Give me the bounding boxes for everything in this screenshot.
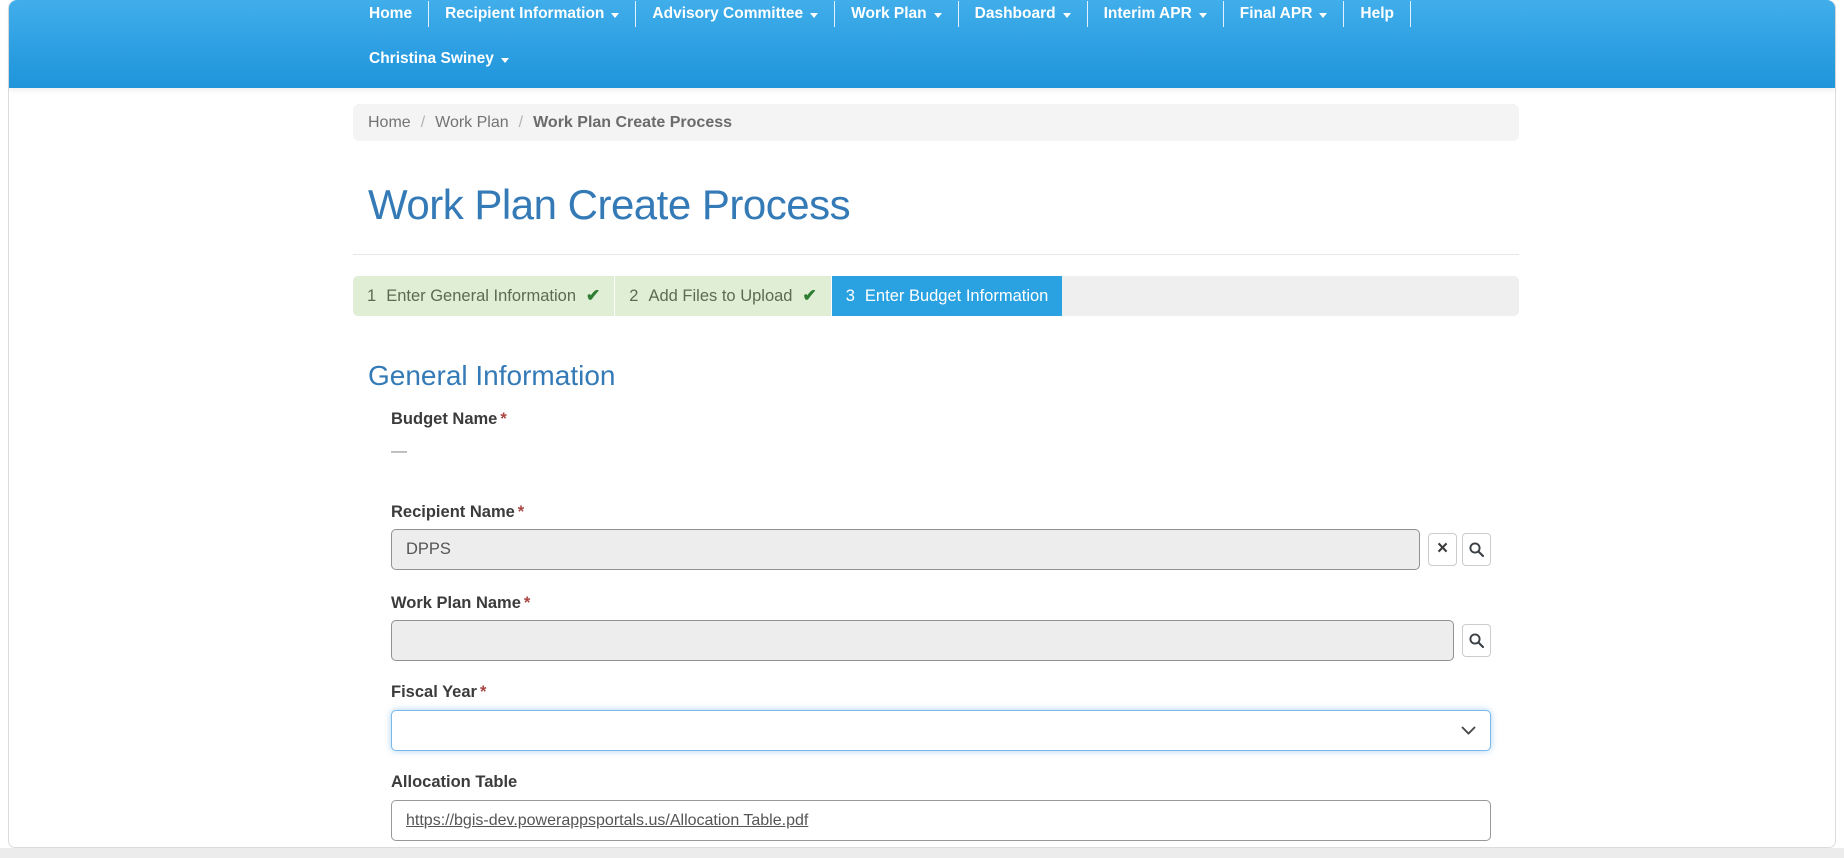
allocation-table-link[interactable]: https://bgis-dev.powerappsportals.us/All… [406,812,808,830]
allocation-table-group: Allocation Table https://bgis-dev.powera… [391,773,1519,841]
wizard-steps: 1 Enter General Information ✔ 2 Add File… [353,276,1519,316]
nav-item-home[interactable]: Home [353,5,428,23]
breadcrumb-home-link[interactable]: Home [368,114,411,132]
caret-down-icon [501,58,509,63]
search-icon [1468,541,1485,558]
budget-name-label: Budget Name* [391,410,1519,429]
fiscal-year-label: Fiscal Year* [391,683,1519,702]
caret-down-icon [810,13,818,18]
top-navbar: Home Recipient Information Advisory Comm… [9,0,1835,88]
recipient-name-group: Recipient Name* × [391,503,1519,570]
step-label: Enter General Information [386,287,576,306]
step-label: Add Files to Upload [648,287,792,306]
search-recipient-button[interactable] [1462,533,1491,566]
caret-down-icon [934,13,942,18]
clear-recipient-button[interactable]: × [1428,533,1457,566]
fiscal-year-select[interactable] [391,710,1491,751]
nav-separator [1410,1,1411,27]
allocation-table-box: https://bgis-dev.powerappsportals.us/All… [391,800,1491,841]
work-plan-name-label: Work Plan Name* [391,594,1519,613]
general-information-form: Budget Name* — Recipient Name* × [391,410,1519,841]
breadcrumb-work-plan-link[interactable]: Work Plan [435,114,509,132]
fiscal-year-group: Fiscal Year* [391,683,1519,751]
required-asterisk: * [480,683,486,701]
recipient-name-input[interactable] [391,529,1420,570]
chevron-down-icon [1461,726,1476,736]
breadcrumb-separator: / [421,114,425,132]
breadcrumb-current: Work Plan Create Process [533,114,732,132]
work-plan-name-input[interactable] [391,620,1454,661]
section-title: General Information [368,360,1519,392]
budget-name-group: Budget Name* — [391,410,1519,461]
caret-down-icon [1199,13,1207,18]
check-icon: ✔ [586,286,600,306]
wizard-step-1-enter-general-information[interactable]: 1 Enter General Information ✔ [353,276,615,316]
nav-item-interim-apr[interactable]: Interim APR [1088,5,1223,23]
wizard-step-2-add-files-to-upload[interactable]: 2 Add Files to Upload ✔ [615,276,831,316]
step-number: 3 [846,287,855,306]
search-icon [1468,632,1485,649]
clear-icon: × [1437,539,1448,558]
page-title: Work Plan Create Process [368,181,1519,229]
breadcrumb: Home / Work Plan / Work Plan Create Proc… [353,104,1519,141]
title-divider [353,254,1519,255]
recipient-name-label: Recipient Name* [391,503,1519,522]
user-menu[interactable]: Christina Swiney [353,50,525,68]
step-number: 1 [367,287,376,306]
check-icon: ✔ [802,286,816,306]
page-background-strip [0,848,1844,858]
allocation-table-label: Allocation Table [391,773,1519,792]
breadcrumb-separator: / [519,114,523,132]
budget-name-value: — [391,443,1519,461]
caret-down-icon [1063,13,1071,18]
step-number: 2 [629,287,638,306]
nav-item-final-apr[interactable]: Final APR [1224,5,1344,23]
required-asterisk: * [518,503,524,521]
caret-down-icon [611,13,619,18]
caret-down-icon [1319,13,1327,18]
search-work-plan-button[interactable] [1462,624,1491,657]
main-card: Home Recipient Information Advisory Comm… [8,0,1836,848]
nav-item-dashboard[interactable]: Dashboard [959,5,1087,23]
content-container: Home / Work Plan / Work Plan Create Proc… [353,104,1519,841]
primary-nav: Home Recipient Information Advisory Comm… [353,0,1835,27]
user-nav: Christina Swiney [353,44,1835,74]
work-plan-name-group: Work Plan Name* [391,594,1519,661]
nav-item-work-plan[interactable]: Work Plan [835,5,958,23]
nav-item-recipient-information[interactable]: Recipient Information [429,5,635,23]
required-asterisk: * [524,594,530,612]
step-label: Enter Budget Information [865,287,1048,306]
wizard-step-3-enter-budget-information[interactable]: 3 Enter Budget Information [832,276,1063,316]
required-asterisk: * [500,410,506,428]
nav-item-advisory-committee[interactable]: Advisory Committee [636,5,834,23]
nav-item-help[interactable]: Help [1344,5,1410,23]
